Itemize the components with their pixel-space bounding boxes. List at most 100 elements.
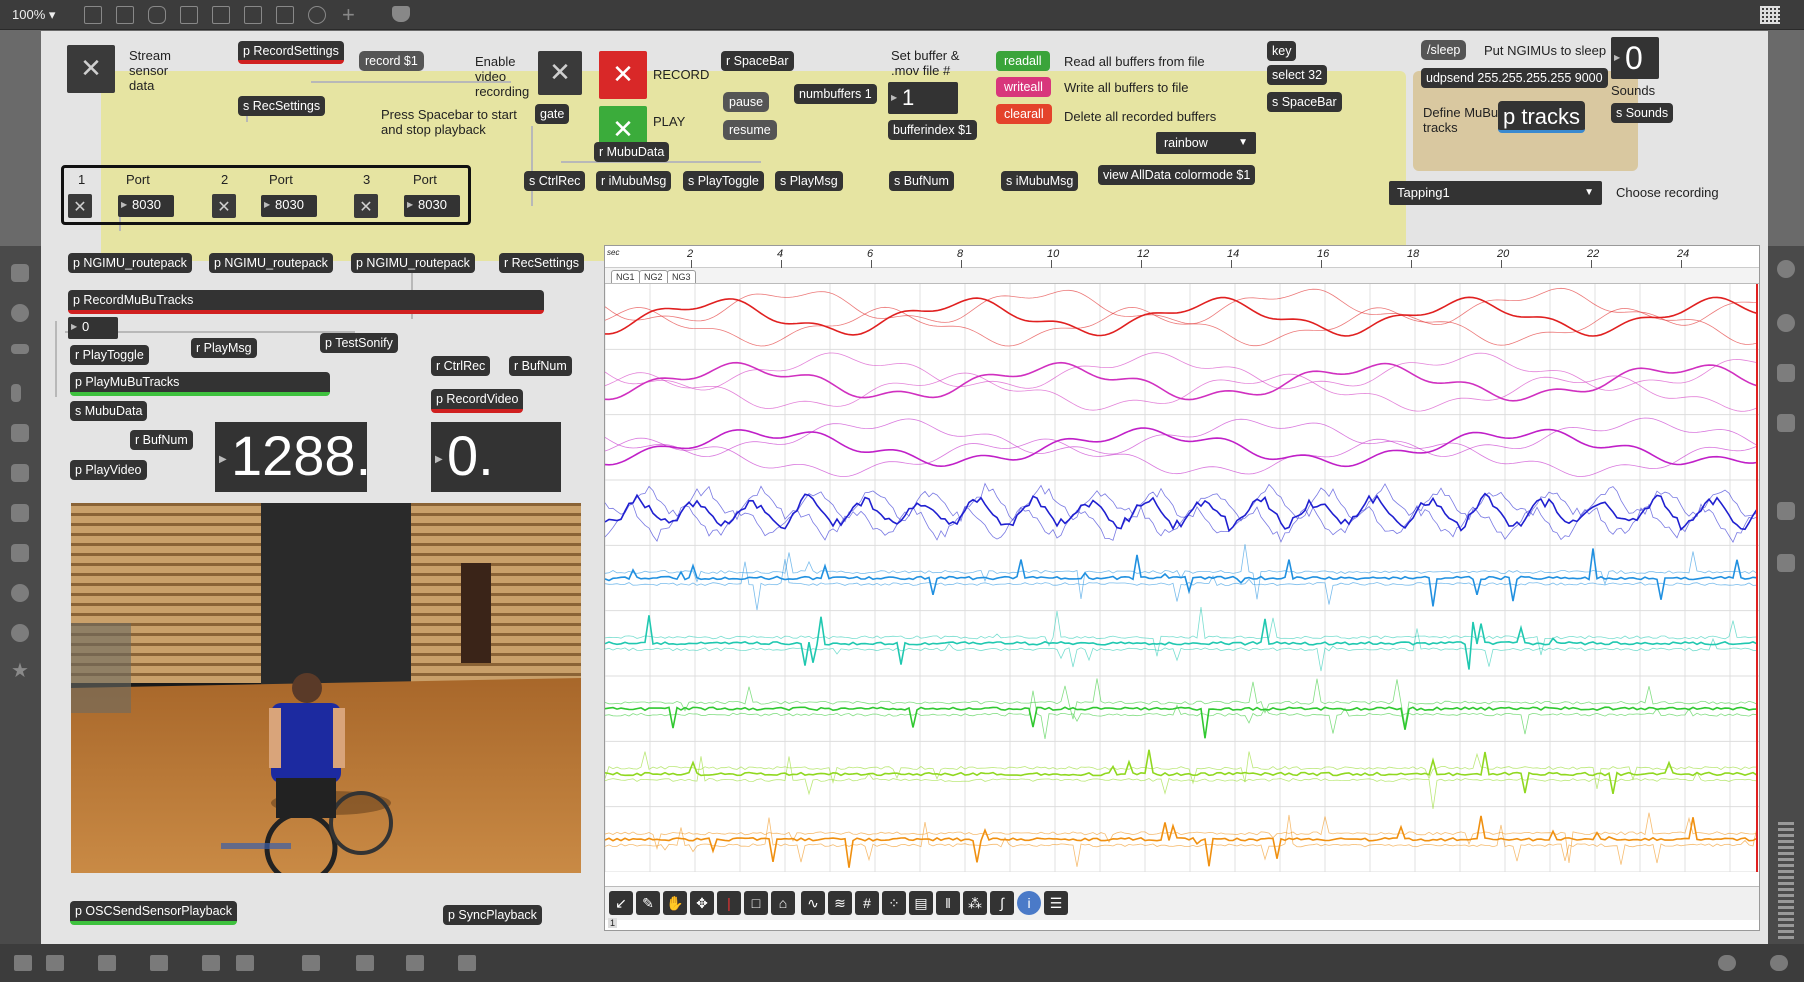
routepack-2-object[interactable]: p NGIMU_routepack: [209, 253, 333, 273]
r-mubudata-object[interactable]: r MubuData: [594, 142, 670, 162]
sync-playback-object[interactable]: p SyncPlayback: [443, 905, 542, 925]
segments-icon[interactable]: ▤: [909, 891, 933, 915]
r-playmsg-object[interactable]: r PlayMsg: [191, 338, 257, 358]
s-sounds-object[interactable]: s Sounds: [1611, 103, 1674, 123]
scatter-icon[interactable]: ⁘: [882, 891, 906, 915]
p-tracks-object[interactable]: p tracks: [1498, 101, 1586, 133]
hand-tool-icon[interactable]: ✋: [663, 891, 687, 915]
search-icon[interactable]: [1777, 260, 1795, 278]
image-icon[interactable]: [11, 464, 29, 482]
target-icon[interactable]: [11, 304, 29, 322]
r-bufnum2-object[interactable]: r BufNum: [509, 356, 572, 376]
clearall-button[interactable]: clearall: [996, 104, 1052, 124]
colormode-dropdown[interactable]: rainbow ▼: [1156, 132, 1256, 154]
pointer-tool-icon[interactable]: ↙: [609, 891, 633, 915]
osc-send-playback-object[interactable]: p OSCSendSensorPlayback: [70, 901, 238, 925]
r-playtoggle-object[interactable]: r PlayToggle: [70, 345, 149, 365]
lock-tool-icon[interactable]: ⌂: [771, 891, 795, 915]
power-icon[interactable]: [11, 624, 29, 642]
recording-dropdown[interactable]: Tapping1 ▼: [1389, 181, 1602, 205]
test-sonify-object[interactable]: p TestSonify: [320, 333, 398, 353]
grid-snap-icon[interactable]: [236, 955, 254, 971]
s-bufnum-object[interactable]: s BufNum: [889, 171, 954, 191]
bars-icon[interactable]: ‖: [936, 891, 960, 915]
routepack-1-object[interactable]: p NGIMU_routepack: [68, 253, 192, 273]
port-1-number[interactable]: 8030: [118, 195, 174, 217]
dial-icon[interactable]: [308, 6, 326, 24]
tab-ng1[interactable]: NG1: [611, 270, 640, 283]
toggle-icon[interactable]: [180, 6, 198, 24]
r-ctrlrec-object[interactable]: r CtrlRec: [431, 356, 491, 376]
pencil-tool-icon[interactable]: ✎: [636, 891, 660, 915]
record-frame-display[interactable]: 0.: [431, 422, 561, 494]
port-3-toggle[interactable]: ✕: [354, 194, 378, 218]
sleep-message[interactable]: /sleep: [1421, 40, 1467, 60]
cube-icon[interactable]: [11, 264, 29, 282]
lock-icon[interactable]: [14, 955, 32, 971]
star-icon[interactable]: ★: [11, 658, 29, 683]
camera-icon[interactable]: [1777, 502, 1795, 520]
zoom-menu[interactable]: 100% ▾: [12, 7, 55, 23]
video-recording-toggle[interactable]: ✕: [538, 51, 582, 95]
cursor-tool-icon[interactable]: |: [717, 891, 741, 915]
s-playtoggle-object[interactable]: s PlayToggle: [683, 171, 764, 191]
mixer-icon[interactable]: [1777, 554, 1795, 572]
debug-icon[interactable]: [202, 955, 220, 971]
presentation-mode-icon[interactable]: [46, 955, 64, 971]
key-object[interactable]: key: [1267, 41, 1297, 61]
record-mubu-tracks-object[interactable]: p RecordMuBuTracks: [68, 290, 544, 314]
tab-ng2[interactable]: NG2: [639, 270, 668, 283]
readall-button[interactable]: readall: [996, 51, 1050, 71]
numbuffers-object[interactable]: numbuffers 1: [794, 84, 877, 104]
bucket-icon[interactable]: [392, 6, 410, 22]
keyboard-icon[interactable]: [458, 955, 476, 971]
inspect-icon[interactable]: [11, 424, 29, 442]
select32-object[interactable]: select 32: [1267, 65, 1328, 85]
routepack-3-object[interactable]: p NGIMU_routepack: [351, 253, 475, 273]
layers-icon[interactable]: [150, 955, 168, 971]
buffer-number-box[interactable]: 1: [888, 82, 958, 114]
s-spacebar-object[interactable]: s SpaceBar: [1267, 92, 1342, 112]
markers-icon[interactable]: ⁂: [963, 891, 987, 915]
presentation-icon[interactable]: [84, 6, 102, 24]
s-imubumsg-object[interactable]: s iMubuMsg: [1001, 171, 1079, 191]
record-message[interactable]: record $1: [359, 51, 424, 71]
port-1-toggle[interactable]: ✕: [68, 194, 92, 218]
grid-icon[interactable]: [1760, 6, 1780, 24]
move-tool-icon[interactable]: ✥: [690, 891, 714, 915]
list-icon[interactable]: [1777, 414, 1795, 432]
udpsend-object[interactable]: udpsend 255.255.255.255 9000: [1421, 68, 1608, 88]
wave-icon[interactable]: ∿: [801, 891, 825, 915]
s-playmsg-object[interactable]: s PlayMsg: [775, 171, 843, 191]
layers-tool-icon[interactable]: ≋: [828, 891, 852, 915]
bufferindex-object[interactable]: bufferindex $1: [888, 120, 977, 140]
sounds-number-box[interactable]: 0: [1611, 37, 1659, 79]
paperclip-icon[interactable]: [11, 504, 29, 522]
tab-ng3[interactable]: NG3: [667, 270, 696, 283]
columns-icon[interactable]: [406, 955, 424, 971]
r-bufnum-object[interactable]: r BufNum: [130, 430, 193, 450]
gate-object[interactable]: gate: [535, 104, 570, 124]
s-recsettings-object[interactable]: s RecSettings: [238, 96, 326, 116]
time-ruler[interactable]: sec 2 4 6 8 10 12 14 16 18 20 22 24: [605, 246, 1759, 268]
port-2-toggle[interactable]: ✕: [212, 194, 236, 218]
puzzle-icon[interactable]: [11, 544, 29, 562]
s-ctrlrec-object[interactable]: s CtrlRec: [524, 171, 586, 191]
play-mubu-tracks-object[interactable]: p PlayMuBuTracks: [70, 372, 330, 396]
signal-plot[interactable]: [605, 284, 1759, 872]
record-number-box[interactable]: 0: [68, 317, 118, 339]
comment-icon[interactable]: [148, 6, 166, 24]
select-tool-icon[interactable]: □: [744, 891, 768, 915]
music-note-icon[interactable]: [11, 384, 21, 402]
playback-frame-display[interactable]: 1288.: [215, 422, 371, 494]
r-spacebar-object[interactable]: r SpaceBar: [721, 51, 794, 71]
grid-tool-icon[interactable]: #: [855, 891, 879, 915]
port-3-number[interactable]: 8030: [404, 195, 460, 217]
r-recsettings-object[interactable]: r RecSettings: [499, 253, 585, 273]
v-icon[interactable]: [11, 584, 29, 602]
number-icon[interactable]: [244, 6, 262, 24]
record-toggle[interactable]: ✕: [599, 51, 647, 99]
info-icon[interactable]: [1777, 314, 1795, 332]
record-settings-object[interactable]: p RecordSettings: [238, 41, 344, 64]
curve-icon[interactable]: ∫: [990, 891, 1014, 915]
